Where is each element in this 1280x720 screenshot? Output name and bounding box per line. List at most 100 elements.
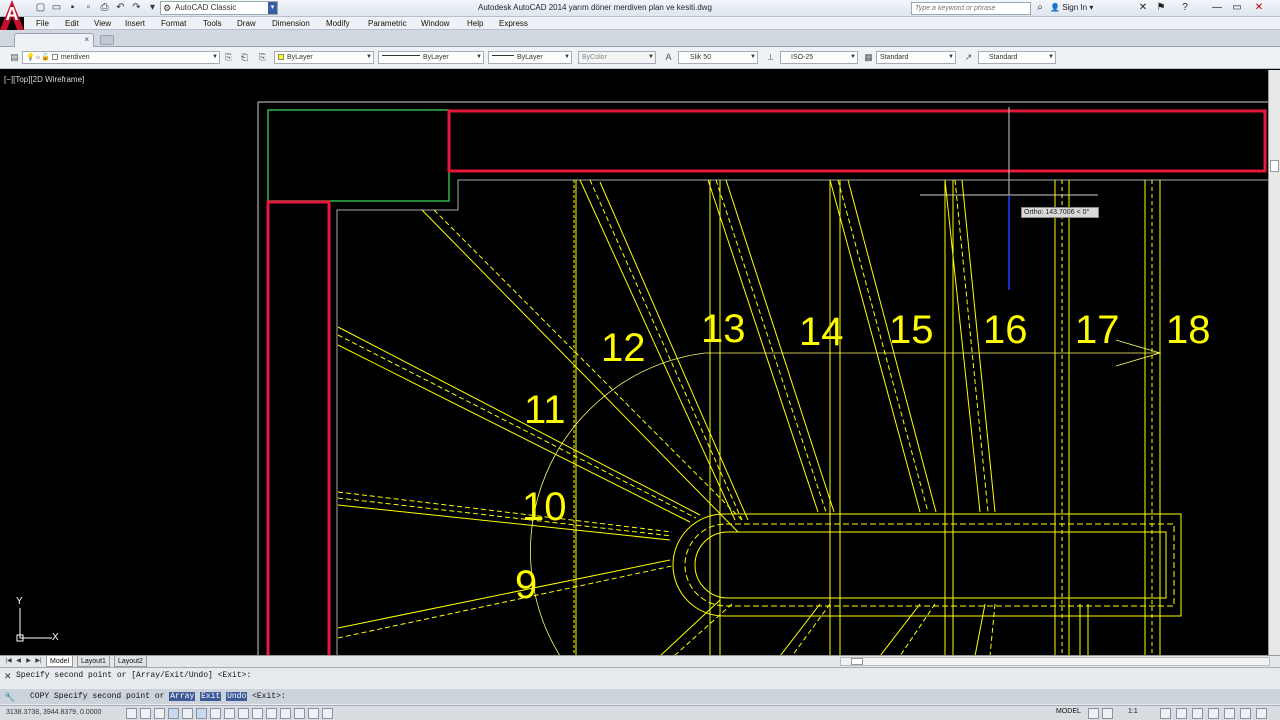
dyn-toggle[interactable] xyxy=(252,708,263,719)
close-tab-icon[interactable]: × xyxy=(84,35,89,44)
otrack-toggle[interactable] xyxy=(224,708,235,719)
last-tab-icon[interactable]: ▶| xyxy=(34,657,43,666)
lineweight-select[interactable]: ByLayer ▼ xyxy=(488,51,572,64)
next-tab-icon[interactable]: ▶ xyxy=(24,657,33,666)
osnap-toggle[interactable] xyxy=(196,708,207,719)
help-network-icon[interactable]: ⚑ xyxy=(1154,2,1168,14)
menu-insert[interactable]: Insert xyxy=(125,17,145,30)
isolate-objects-icon[interactable] xyxy=(1224,708,1235,719)
ducs-toggle[interactable] xyxy=(238,708,249,719)
layer-state-icon[interactable]: ⎘ xyxy=(256,51,269,64)
save-as-icon[interactable]: ▫ xyxy=(82,2,95,14)
menu-parametric[interactable]: Parametric xyxy=(368,17,407,30)
workspace-switching-icon[interactable] xyxy=(1176,708,1187,719)
new-tab-button[interactable] xyxy=(100,35,114,45)
file-tab[interactable]: × xyxy=(14,33,94,47)
menu-draw[interactable]: Draw xyxy=(237,17,256,30)
option-undo[interactable]: Undo xyxy=(226,692,248,701)
tab-layout2[interactable]: Layout2 xyxy=(114,656,147,667)
redo-icon[interactable]: ↷ xyxy=(130,2,143,14)
minimize-icon[interactable]: — xyxy=(1210,2,1224,14)
dim-style-select[interactable]: ISO-25 ▼ xyxy=(780,51,858,64)
clean-screen-icon[interactable] xyxy=(1256,708,1267,719)
save-icon[interactable]: ▪ xyxy=(66,2,79,14)
scroll-thumb[interactable] xyxy=(1270,160,1279,172)
annotation-monitor-toggle[interactable] xyxy=(322,708,333,719)
tab-model[interactable]: Model xyxy=(46,656,74,667)
color-select[interactable]: ByLayer ▼ xyxy=(274,51,374,64)
multileader-style-icon[interactable]: ↗ xyxy=(962,51,975,64)
sign-in-button[interactable]: 👤 Sign In ▾ xyxy=(1050,3,1093,12)
menu-edit[interactable]: Edit xyxy=(65,17,79,30)
search-input[interactable] xyxy=(911,2,1031,15)
text-style-select[interactable]: Slik 50 ▼ xyxy=(678,51,758,64)
polar-toggle[interactable] xyxy=(182,708,193,719)
tab-layout1[interactable]: Layout1 xyxy=(77,656,110,667)
quick-view-layouts-icon[interactable] xyxy=(1088,708,1099,719)
open-icon[interactable]: ▭ xyxy=(50,2,63,14)
layer-previous-icon[interactable]: ⎗ xyxy=(238,51,251,64)
table-style-select[interactable]: Standard ▼ xyxy=(876,51,956,64)
command-input-row[interactable]: 🔧 COPY Specify second point or Array Exi… xyxy=(0,689,1280,704)
maximize-icon[interactable]: ▭ xyxy=(1230,2,1244,14)
menu-window[interactable]: Window xyxy=(421,17,449,30)
layer-properties-icon[interactable]: ▤ xyxy=(8,51,21,64)
coordinates-readout[interactable]: 3138.3738, 3944.8379, 0.0000 xyxy=(6,709,101,716)
quick-access-dropdown-icon[interactable]: ▾ xyxy=(146,2,159,14)
ortho-toggle[interactable] xyxy=(168,708,179,719)
lock-icon[interactable] xyxy=(1192,708,1203,719)
new-icon[interactable]: ▢ xyxy=(34,2,47,14)
option-exit[interactable]: Exit xyxy=(200,692,222,701)
infer-constraints-toggle[interactable] xyxy=(126,708,137,719)
undo-icon[interactable]: ↶ xyxy=(114,2,127,14)
annotation-scale-button[interactable]: 1:1 xyxy=(1128,708,1138,715)
application-status-icon[interactable] xyxy=(1240,708,1251,719)
text-style-icon[interactable]: A xyxy=(662,51,675,64)
drawing-canvas[interactable]: 9 10 11 12 13 14 15 16 17 18 xyxy=(0,70,1268,656)
chevron-down-icon: ▼ xyxy=(1048,54,1054,60)
dim-style-icon[interactable]: ⟂ xyxy=(764,51,777,64)
make-current-icon[interactable]: ⎘ xyxy=(222,51,235,64)
search-icon[interactable]: ⌕ xyxy=(1033,2,1047,14)
scroll-thumb[interactable] xyxy=(851,658,863,665)
menu-dimension[interactable]: Dimension xyxy=(272,17,310,30)
plot-icon[interactable]: ⎙ xyxy=(98,2,111,14)
hardware-acceleration-icon[interactable] xyxy=(1208,708,1219,719)
menu-view[interactable]: View xyxy=(94,17,111,30)
layer-select[interactable]: 💡☼🔓 merdiven ▼ xyxy=(22,51,220,64)
quick-view-drawings-icon[interactable] xyxy=(1102,708,1113,719)
close-icon[interactable]: ✕ xyxy=(1252,2,1266,14)
menu-modify[interactable]: Modify xyxy=(326,17,350,30)
menu-format[interactable]: Format xyxy=(161,17,186,30)
prev-tab-icon[interactable]: ◀ xyxy=(14,657,23,666)
autocad-logo-icon[interactable]: A xyxy=(0,0,24,30)
help-icon[interactable]: ? xyxy=(1178,2,1192,14)
menu-file[interactable]: File xyxy=(36,17,49,30)
3d-osnap-toggle[interactable] xyxy=(210,708,221,719)
menu-help[interactable]: Help xyxy=(467,17,483,30)
workspace-select[interactable]: ⚙ AutoCAD Classic ▾ xyxy=(160,1,278,15)
table-style-icon[interactable]: ▦ xyxy=(862,51,875,64)
menu-tools[interactable]: Tools xyxy=(203,17,222,30)
menu-express[interactable]: Express xyxy=(499,17,528,30)
vertical-scrollbar[interactable] xyxy=(1268,70,1280,656)
horizontal-scrollbar[interactable] xyxy=(840,657,1270,666)
first-tab-icon[interactable]: |◀ xyxy=(4,657,13,666)
multileader-style-select[interactable]: Standard ▼ xyxy=(978,51,1056,64)
snap-toggle[interactable] xyxy=(140,708,151,719)
plotstyle-select[interactable]: ByColor ▼ xyxy=(578,51,656,64)
exchange-icon[interactable]: ✕ xyxy=(1136,2,1150,14)
selection-cycling-toggle[interactable] xyxy=(308,708,319,719)
viewport-controls[interactable]: [−][Top][2D Wireframe] xyxy=(4,75,84,84)
option-array[interactable]: Array xyxy=(169,692,196,701)
grid-toggle[interactable] xyxy=(154,708,165,719)
transparency-toggle[interactable] xyxy=(280,708,291,719)
quick-properties-toggle[interactable] xyxy=(294,708,305,719)
linetype-select[interactable]: ByLayer ▼ xyxy=(378,51,484,64)
lineweight-toggle[interactable] xyxy=(266,708,277,719)
customize-icon[interactable]: 🔧 xyxy=(4,692,15,703)
close-icon[interactable]: ✕ xyxy=(4,671,12,682)
model-space-button[interactable]: MODEL xyxy=(1056,708,1081,715)
annotation-visibility-icon[interactable] xyxy=(1160,708,1171,719)
command-prompt[interactable]: COPY Specify second point or Array Exit … xyxy=(30,692,286,701)
